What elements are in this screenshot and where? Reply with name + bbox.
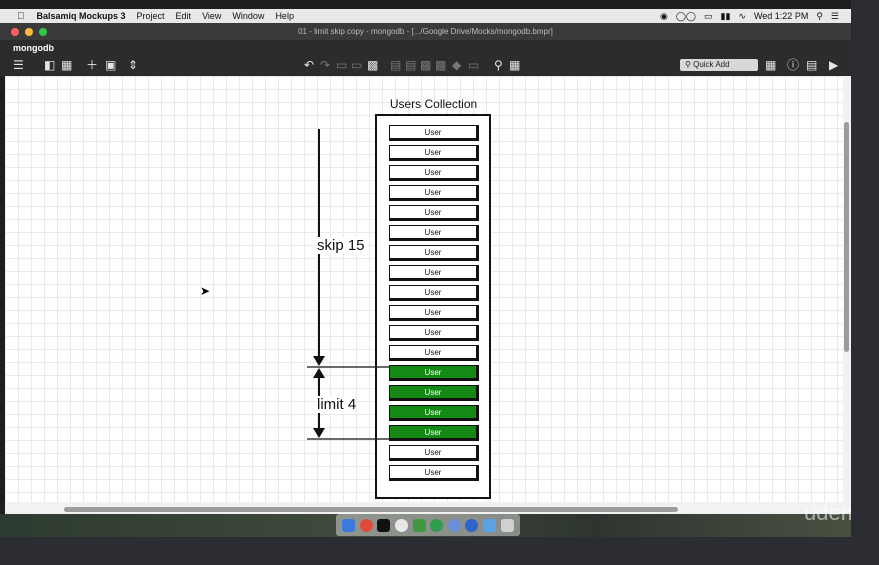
- finder-icon[interactable]: [342, 518, 356, 532]
- annotation-arrows: [307, 129, 389, 440]
- screen:  Balsamiq Mockups 3 Project Edit View W…: [0, 0, 851, 537]
- folder-icon[interactable]: [483, 518, 497, 532]
- mouse-pointer-icon: ➤: [200, 284, 211, 298]
- trash-icon[interactable]: [500, 518, 514, 532]
- app-icon[interactable]: [430, 518, 444, 532]
- terminal-icon[interactable]: [377, 518, 391, 532]
- watermark: udemy: [804, 500, 851, 525]
- smiley-icon[interactable]: [395, 518, 409, 532]
- safari-icon[interactable]: [447, 518, 461, 532]
- browser-icon[interactable]: [465, 518, 479, 532]
- chrome-icon[interactable]: [359, 518, 373, 532]
- tree-icon[interactable]: [412, 518, 426, 532]
- limit-label[interactable]: limit 4: [317, 396, 357, 413]
- dock: [336, 514, 520, 536]
- skip-label[interactable]: skip 15: [317, 237, 365, 254]
